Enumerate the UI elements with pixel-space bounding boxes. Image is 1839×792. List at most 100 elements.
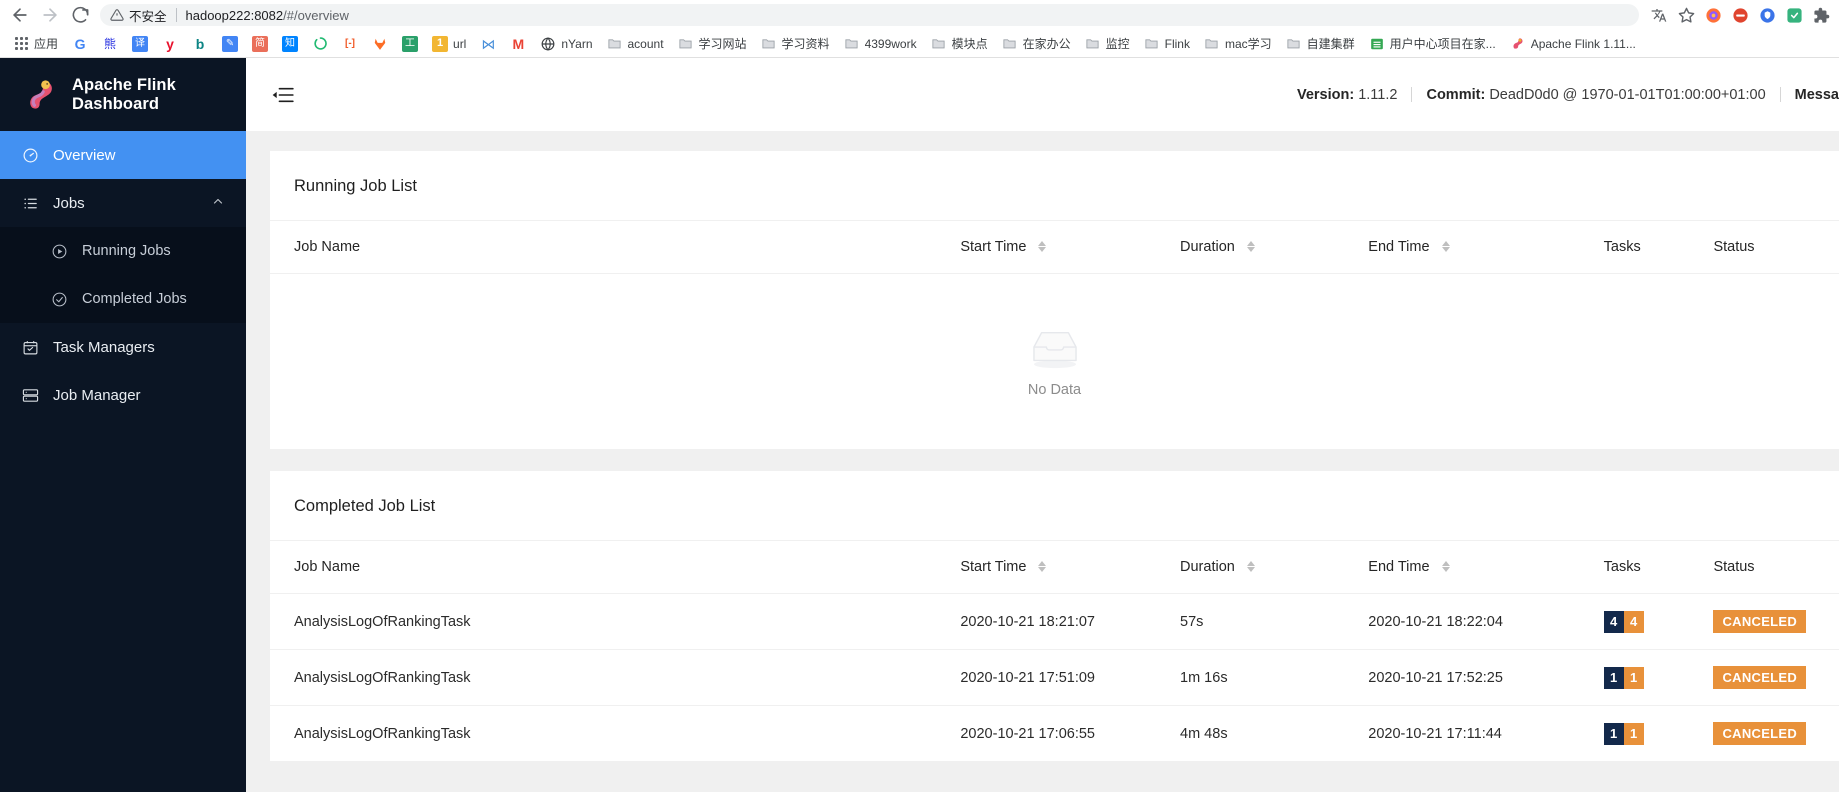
- sidebar-item-label: Jobs: [53, 194, 85, 212]
- cell-job-name[interactable]: AnalysisLogOfRankingTask: [270, 649, 961, 706]
- th-tasks[interactable]: Tasks: [1603, 541, 1714, 594]
- url-host: hadoop222:8082: [185, 7, 284, 23]
- translate-icon[interactable]: [1647, 3, 1671, 27]
- bookmark-zhihu[interactable]: 知: [275, 34, 305, 54]
- sidebar-item-job-manager[interactable]: Job Manager: [0, 371, 246, 419]
- cell-job-name[interactable]: AnalysisLogOfRankingTask: [270, 706, 960, 762]
- table-header-row: Job Name Start Time Duration End Time Ta…: [270, 541, 1839, 594]
- sort-toggle-icon[interactable]: [1246, 560, 1255, 572]
- table-row[interactable]: AnalysisLogOfRankingTask 2020-10-21 18:2…: [270, 593, 1839, 650]
- sort-toggle-icon[interactable]: [1038, 240, 1047, 252]
- th-duration[interactable]: Duration: [1180, 541, 1369, 594]
- th-duration[interactable]: Duration: [1180, 221, 1369, 274]
- th-label: Start Time: [960, 239, 1027, 255]
- bookmark-folder-monitor[interactable]: 监控: [1078, 33, 1137, 54]
- chevron-up-icon[interactable]: [212, 195, 224, 212]
- google-icon: G: [74, 35, 86, 52]
- sidebar-item-completed-jobs[interactable]: Completed Jobs: [0, 275, 246, 323]
- reload-icon[interactable]: [66, 1, 94, 29]
- th-job-name[interactable]: Job Name: [270, 541, 961, 594]
- bookmark-folder-acount[interactable]: acount: [600, 34, 671, 54]
- firefox-icon[interactable]: [1701, 3, 1725, 27]
- th-start-time[interactable]: Start Time: [960, 541, 1181, 594]
- bookmark-label: 应用: [34, 37, 59, 51]
- star-icon[interactable]: [1674, 3, 1698, 27]
- bookmark-tool[interactable]: 工: [395, 34, 425, 54]
- bookmark-yandex[interactable]: y: [155, 34, 185, 54]
- adblock-icon[interactable]: [1728, 3, 1752, 27]
- omnibox-divider: [175, 8, 177, 22]
- th-end-time[interactable]: End Time: [1368, 541, 1604, 594]
- sidebar-item-jobs[interactable]: Jobs: [0, 179, 246, 227]
- bookmark-note[interactable]: ✎: [215, 34, 245, 54]
- bookmark-link[interactable]: [-]: [335, 34, 365, 54]
- th-status[interactable]: Status: [1713, 541, 1839, 594]
- th-label: Duration: [1180, 559, 1235, 575]
- sidebar-item-task-managers[interactable]: Task Managers: [0, 323, 246, 371]
- table-row[interactable]: AnalysisLogOfRankingTask 2020-10-21 17:5…: [270, 649, 1839, 706]
- extension-green-icon[interactable]: [1782, 3, 1806, 27]
- bookmark-user-center[interactable]: 用户中心项目在家...: [1362, 33, 1503, 54]
- server-icon: [21, 386, 39, 404]
- bookmark-folder-module[interactable]: 模块点: [924, 33, 995, 54]
- bookmark-folder-4399work[interactable]: 4399work: [837, 34, 924, 54]
- forward-icon[interactable]: [36, 1, 64, 29]
- th-tasks[interactable]: Tasks: [1603, 221, 1714, 274]
- sidebar-item-overview[interactable]: Overview: [0, 131, 246, 179]
- th-status[interactable]: Status: [1713, 221, 1839, 274]
- sort-toggle-icon[interactable]: [1441, 240, 1450, 252]
- bookmark-google[interactable]: G: [65, 34, 95, 54]
- puzzle-icon[interactable]: [1809, 3, 1833, 27]
- sidebar-item-running-jobs[interactable]: Running Jobs: [0, 227, 246, 275]
- bookmark-baidu[interactable]: 熊: [95, 34, 125, 54]
- sort-toggle-icon[interactable]: [1038, 560, 1047, 572]
- bookmark-translate[interactable]: 译: [125, 34, 155, 54]
- bookmark-gmail[interactable]: M: [503, 34, 533, 54]
- bing-icon: b: [195, 35, 205, 52]
- bookmark-notion[interactable]: ⋈: [473, 34, 503, 54]
- menu-fold-icon[interactable]: [272, 86, 294, 104]
- task-chip-total: 4: [1623, 610, 1644, 633]
- bookmark-url[interactable]: 1 url: [425, 34, 473, 54]
- running-job-table-body: No Data: [270, 274, 1839, 450]
- cell-job-name[interactable]: AnalysisLogOfRankingTask: [270, 593, 961, 650]
- bookmark-label: acount: [627, 36, 664, 51]
- bookmark-folder-self-cluster[interactable]: 自建集群: [1279, 33, 1362, 54]
- brand[interactable]: Apache Flink Dashboard: [0, 58, 246, 131]
- cell-end-time: 2020-10-21 17:52:25: [1368, 649, 1604, 706]
- folder-icon: [1002, 36, 1018, 52]
- task-chip-canceled: 4: [1603, 610, 1624, 633]
- back-icon[interactable]: [6, 1, 34, 29]
- running-job-list-title: Running Job List: [270, 151, 1839, 221]
- bookmark-apps[interactable]: 应用: [6, 33, 65, 54]
- task-chip-total: 1: [1623, 722, 1644, 745]
- shield-icon[interactable]: [1755, 3, 1779, 27]
- bookmark-apache-flink[interactable]: Apache Flink 1.11...: [1503, 34, 1643, 54]
- bowtie-icon: ⋈: [481, 35, 496, 52]
- bookmark-label: 模块点: [951, 37, 988, 51]
- sort-toggle-icon[interactable]: [1441, 560, 1450, 572]
- bookmark-jianshu[interactable]: 简: [245, 34, 275, 54]
- bookmark-folder-study-site[interactable]: 学习网站: [671, 33, 754, 54]
- bookmark-folder-study-material[interactable]: 学习资料: [754, 33, 837, 54]
- bookmark-nyarn[interactable]: nYarn: [533, 34, 599, 54]
- sort-toggle-icon[interactable]: [1246, 240, 1255, 252]
- bookmark-gitlab[interactable]: [365, 34, 395, 54]
- toolbar-actions: [1647, 3, 1833, 27]
- bookmark-folder-home-office[interactable]: 在家办公: [995, 33, 1078, 54]
- content-area: Version: 1.11.2 Commit: DeadD0d0 @ 1970-…: [246, 58, 1839, 792]
- commit-value: DeadD0d0 @ 1970-01-01T01:00:00+01:00: [1489, 86, 1766, 103]
- table-row[interactable]: AnalysisLogOfRankingTask 2020-10-21 17:0…: [270, 706, 1839, 762]
- bookmark-folder-mac-study[interactable]: mac学习: [1197, 33, 1279, 54]
- translate-bookmark-icon: 译: [132, 35, 149, 52]
- empty-row: No Data: [270, 274, 1839, 450]
- bookmark-bing[interactable]: b: [185, 34, 215, 54]
- th-job-name[interactable]: Job Name: [270, 221, 961, 274]
- th-end-time[interactable]: End Time: [1368, 221, 1604, 274]
- th-start-time[interactable]: Start Time: [960, 221, 1181, 274]
- globe-icon: [540, 36, 556, 52]
- bookmark-loading[interactable]: [305, 34, 335, 54]
- bookmark-label: 在家办公: [1022, 37, 1071, 51]
- address-bar[interactable]: 不安全 hadoop222:8082/#/overview: [100, 4, 1639, 26]
- bookmark-folder-flink[interactable]: Flink: [1137, 34, 1197, 54]
